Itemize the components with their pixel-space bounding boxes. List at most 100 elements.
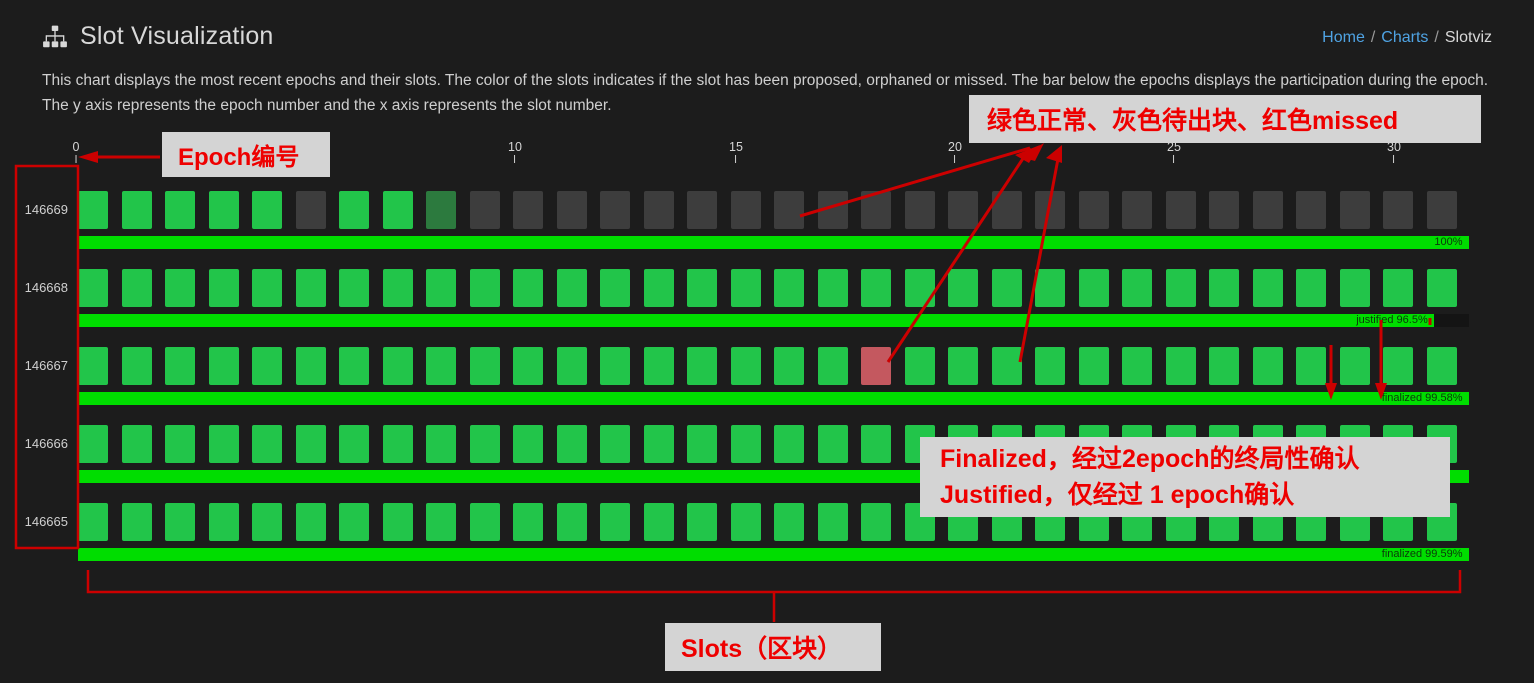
slot-proposed[interactable]: [817, 425, 848, 463]
slot-missed[interactable]: [861, 347, 891, 385]
slot-proposed[interactable]: [1078, 269, 1109, 307]
slot-proposed[interactable]: [1165, 347, 1196, 385]
slot-proposed[interactable]: [382, 269, 413, 307]
slot-proposed[interactable]: [121, 425, 152, 463]
slot-proposed[interactable]: [1035, 347, 1065, 385]
slot-proposed[interactable]: [121, 269, 152, 307]
slot-proposed[interactable]: [382, 191, 413, 229]
slot-proposed[interactable]: [208, 425, 239, 463]
slot-proposed[interactable]: [643, 347, 674, 385]
slot-proposed[interactable]: [208, 269, 239, 307]
slot-proposed[interactable]: [904, 269, 935, 307]
slot-proposed[interactable]: [730, 347, 761, 385]
slot-proposed[interactable]: [252, 347, 282, 385]
slot-proposed[interactable]: [1296, 269, 1326, 307]
slot-proposed[interactable]: [295, 425, 326, 463]
slot-scheduled[interactable]: [295, 191, 326, 229]
slot-orphaned[interactable]: [426, 191, 456, 229]
slot-proposed[interactable]: [730, 269, 761, 307]
slot-proposed[interactable]: [121, 347, 152, 385]
slot-proposed[interactable]: [78, 503, 108, 541]
slot-scheduled[interactable]: [469, 191, 500, 229]
slot-proposed[interactable]: [426, 347, 456, 385]
slot-proposed[interactable]: [339, 425, 369, 463]
slot-proposed[interactable]: [339, 191, 369, 229]
slot-proposed[interactable]: [469, 425, 500, 463]
slot-proposed[interactable]: [817, 269, 848, 307]
slot-scheduled[interactable]: [904, 191, 935, 229]
slot-proposed[interactable]: [121, 503, 152, 541]
slot-proposed[interactable]: [1426, 347, 1457, 385]
slot-scheduled[interactable]: [1209, 191, 1239, 229]
slot-proposed[interactable]: [513, 347, 543, 385]
slot-proposed[interactable]: [991, 269, 1022, 307]
slot-proposed[interactable]: [556, 269, 587, 307]
slot-scheduled[interactable]: [1339, 191, 1370, 229]
slot-scheduled[interactable]: [991, 191, 1022, 229]
slot-proposed[interactable]: [469, 503, 500, 541]
slot-proposed[interactable]: [165, 425, 195, 463]
slot-proposed[interactable]: [382, 503, 413, 541]
slot-proposed[interactable]: [339, 503, 369, 541]
slot-scheduled[interactable]: [643, 191, 674, 229]
slot-proposed[interactable]: [295, 347, 326, 385]
participation-bar-fill[interactable]: finalized 99.59%: [78, 548, 1469, 561]
slot-proposed[interactable]: [295, 269, 326, 307]
slot-scheduled[interactable]: [774, 191, 804, 229]
slot-proposed[interactable]: [426, 503, 456, 541]
slot-proposed[interactable]: [1165, 269, 1196, 307]
slot-scheduled[interactable]: [1122, 191, 1152, 229]
slot-scheduled[interactable]: [1296, 191, 1326, 229]
slot-proposed[interactable]: [1383, 347, 1413, 385]
slot-proposed[interactable]: [208, 503, 239, 541]
slot-proposed[interactable]: [556, 347, 587, 385]
breadcrumb-charts[interactable]: Charts: [1381, 29, 1428, 46]
slot-proposed[interactable]: [513, 269, 543, 307]
slot-proposed[interactable]: [1122, 269, 1152, 307]
slot-scheduled[interactable]: [1078, 191, 1109, 229]
slot-proposed[interactable]: [1122, 347, 1152, 385]
slot-scheduled[interactable]: [1383, 191, 1413, 229]
slot-proposed[interactable]: [78, 269, 108, 307]
slot-scheduled[interactable]: [861, 191, 891, 229]
slot-proposed[interactable]: [948, 269, 978, 307]
slot-proposed[interactable]: [339, 347, 369, 385]
slot-scheduled[interactable]: [687, 191, 717, 229]
participation-bar-fill[interactable]: finalized 99.58%: [78, 392, 1469, 405]
slot-proposed[interactable]: [78, 191, 108, 229]
slot-proposed[interactable]: [1339, 347, 1370, 385]
slot-proposed[interactable]: [252, 503, 282, 541]
slot-proposed[interactable]: [382, 425, 413, 463]
slot-proposed[interactable]: [252, 425, 282, 463]
slot-proposed[interactable]: [643, 269, 674, 307]
slot-proposed[interactable]: [469, 347, 500, 385]
slot-proposed[interactable]: [1078, 347, 1109, 385]
slot-proposed[interactable]: [643, 503, 674, 541]
slot-proposed[interactable]: [295, 503, 326, 541]
slot-proposed[interactable]: [513, 425, 543, 463]
slot-proposed[interactable]: [861, 503, 891, 541]
slot-proposed[interactable]: [774, 503, 804, 541]
slot-proposed[interactable]: [1296, 347, 1326, 385]
slot-proposed[interactable]: [687, 425, 717, 463]
slot-proposed[interactable]: [774, 425, 804, 463]
slot-proposed[interactable]: [1252, 347, 1283, 385]
slot-proposed[interactable]: [252, 269, 282, 307]
slot-proposed[interactable]: [556, 503, 587, 541]
slot-proposed[interactable]: [687, 503, 717, 541]
slot-proposed[interactable]: [991, 347, 1022, 385]
slot-scheduled[interactable]: [730, 191, 761, 229]
slot-proposed[interactable]: [774, 269, 804, 307]
slot-proposed[interactable]: [1209, 347, 1239, 385]
slot-scheduled[interactable]: [556, 191, 587, 229]
slot-scheduled[interactable]: [1165, 191, 1196, 229]
slot-proposed[interactable]: [600, 347, 630, 385]
participation-bar-fill[interactable]: 100%: [78, 236, 1469, 249]
slot-proposed[interactable]: [1209, 269, 1239, 307]
slot-proposed[interactable]: [861, 269, 891, 307]
slot-proposed[interactable]: [1426, 269, 1457, 307]
slot-proposed[interactable]: [817, 503, 848, 541]
slot-proposed[interactable]: [643, 425, 674, 463]
slot-proposed[interactable]: [165, 269, 195, 307]
slot-proposed[interactable]: [208, 191, 239, 229]
